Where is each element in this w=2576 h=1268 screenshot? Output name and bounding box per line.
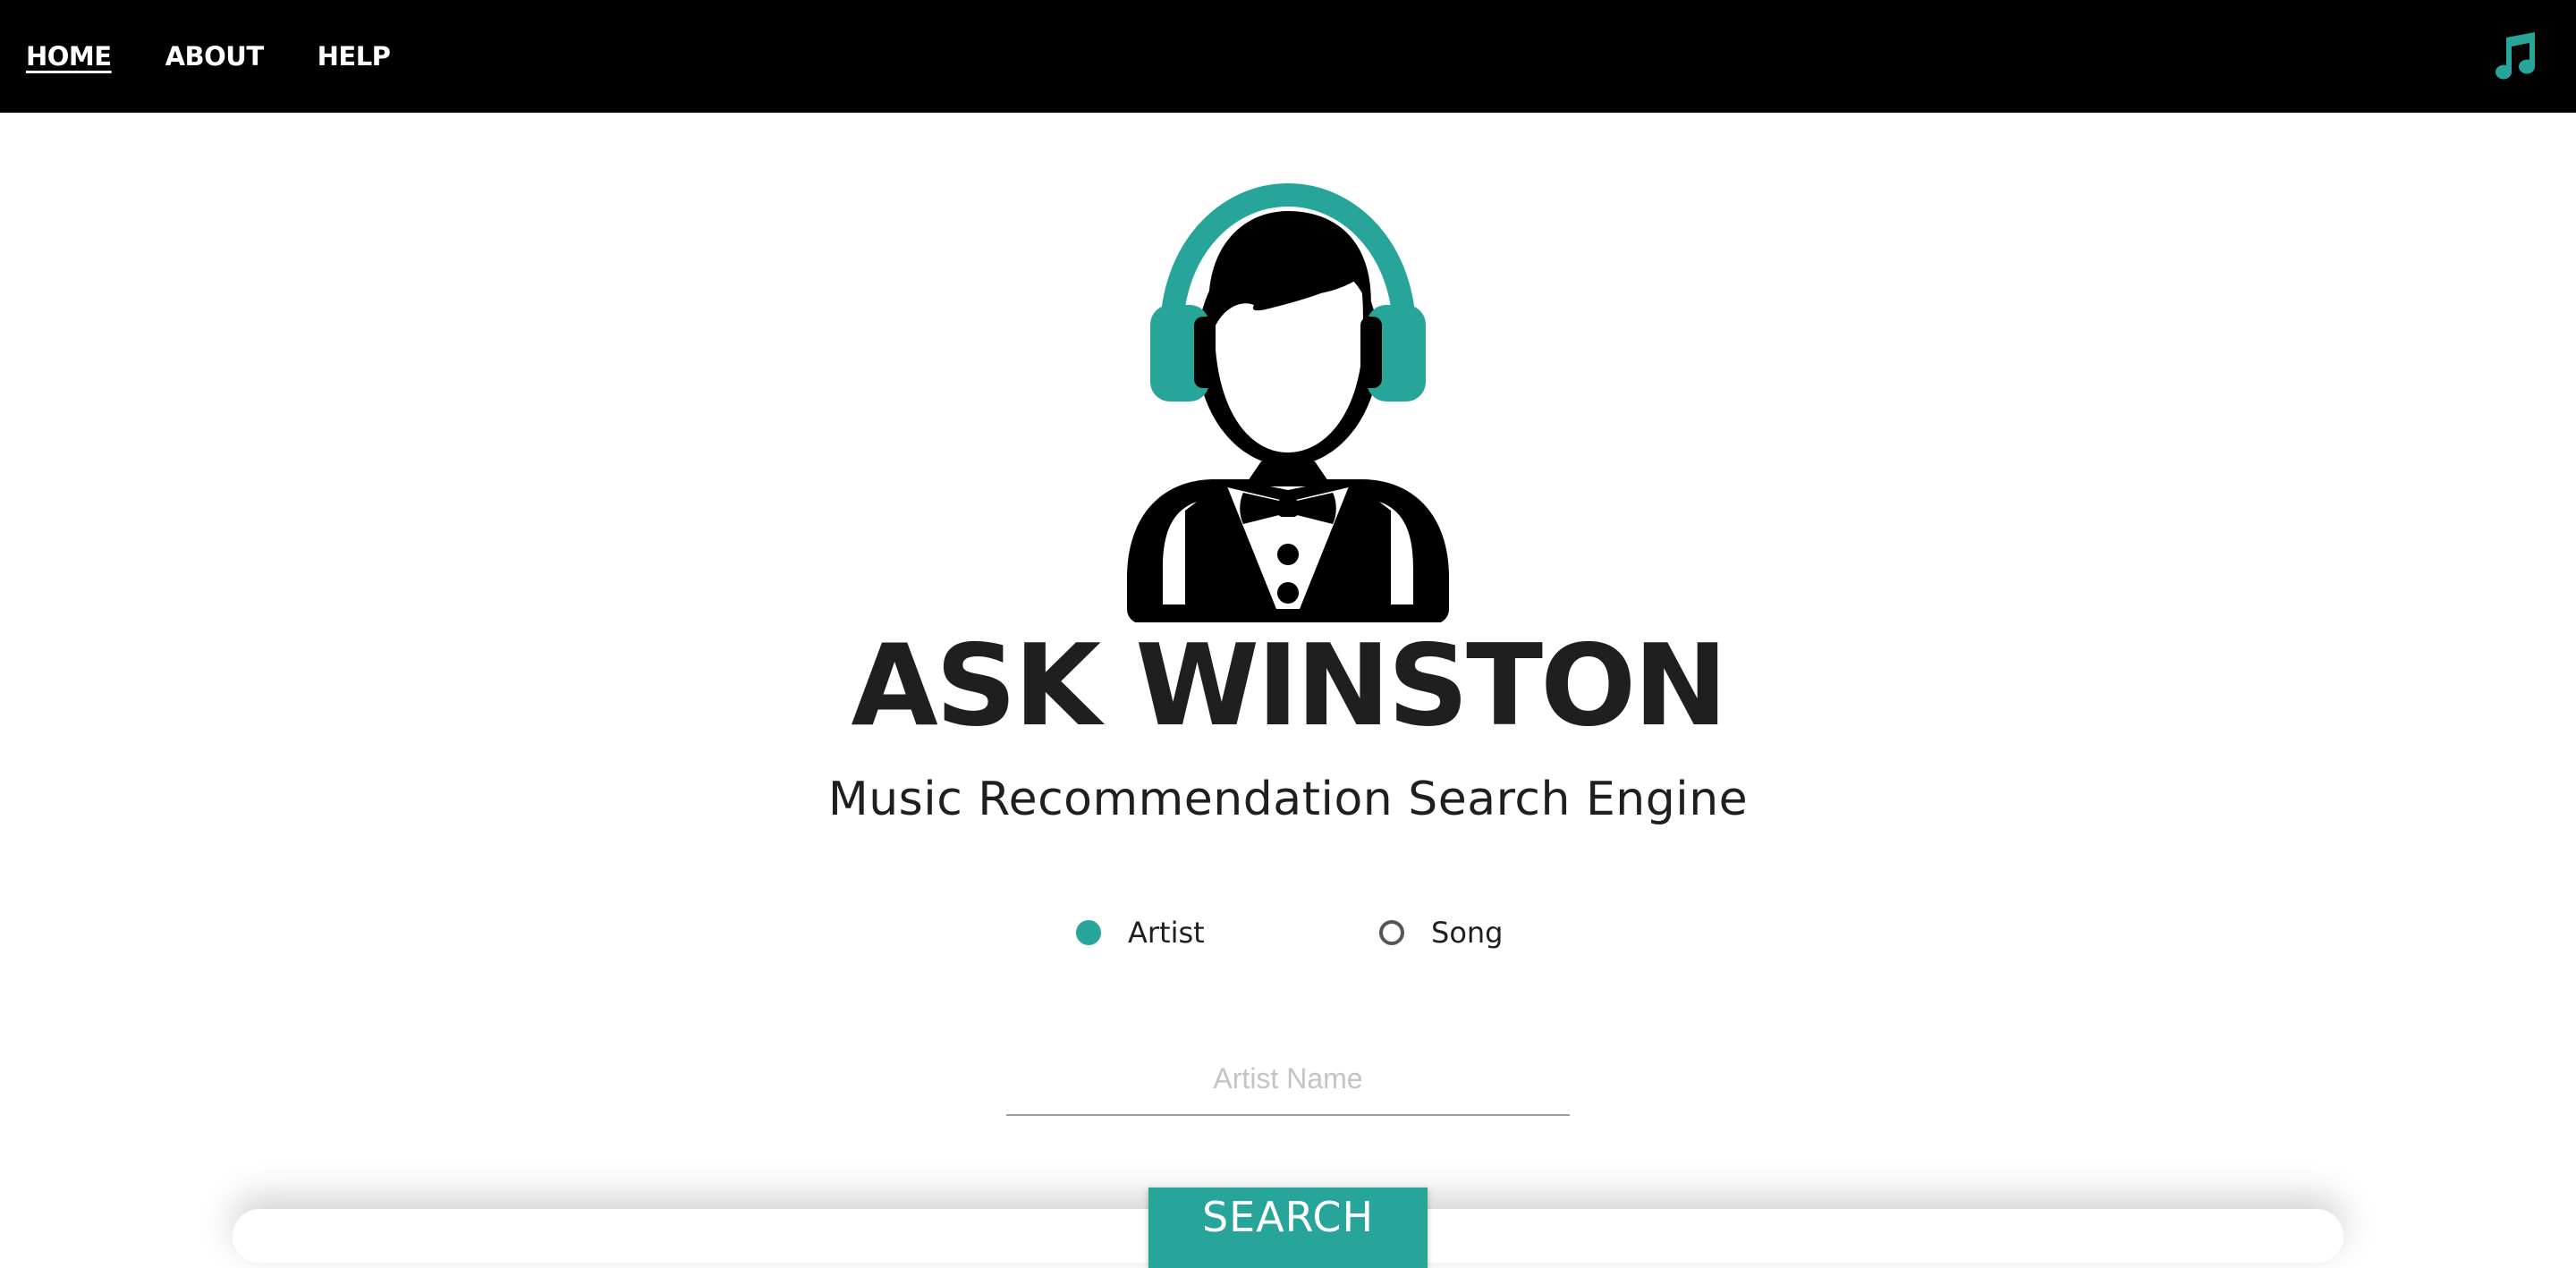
search-button[interactable]: SEARCH: [1148, 1188, 1428, 1268]
artist-name-input[interactable]: [1006, 1043, 1570, 1116]
radio-song-label[interactable]: Song: [1431, 916, 1503, 950]
radio-artist-indicator[interactable]: [1076, 920, 1101, 945]
nav-links: HOME ABOUT HELP: [26, 0, 391, 113]
butler-headphones-logo: [1127, 182, 1449, 622]
radio-artist-label[interactable]: Artist: [1128, 916, 1205, 950]
app-subtitle: Music Recommendation Search Engine: [827, 773, 1749, 826]
radio-artist[interactable]: Artist: [1076, 916, 1205, 950]
nav-about-link[interactable]: ABOUT: [165, 41, 265, 72]
nav-home-link[interactable]: HOME: [26, 41, 112, 72]
hero-section: ASK WINSTON Music Recommendation Search …: [0, 113, 2576, 1247]
top-navbar: HOME ABOUT HELP: [0, 0, 2576, 113]
nav-help-link[interactable]: HELP: [318, 41, 391, 72]
radio-song[interactable]: Song: [1379, 916, 1503, 950]
music-note-icon[interactable]: [2488, 30, 2540, 82]
radio-song-indicator[interactable]: [1379, 920, 1404, 945]
app-title: ASK WINSTON: [851, 620, 1727, 751]
search-type-radio-group: Artist Song: [0, 916, 2576, 960]
